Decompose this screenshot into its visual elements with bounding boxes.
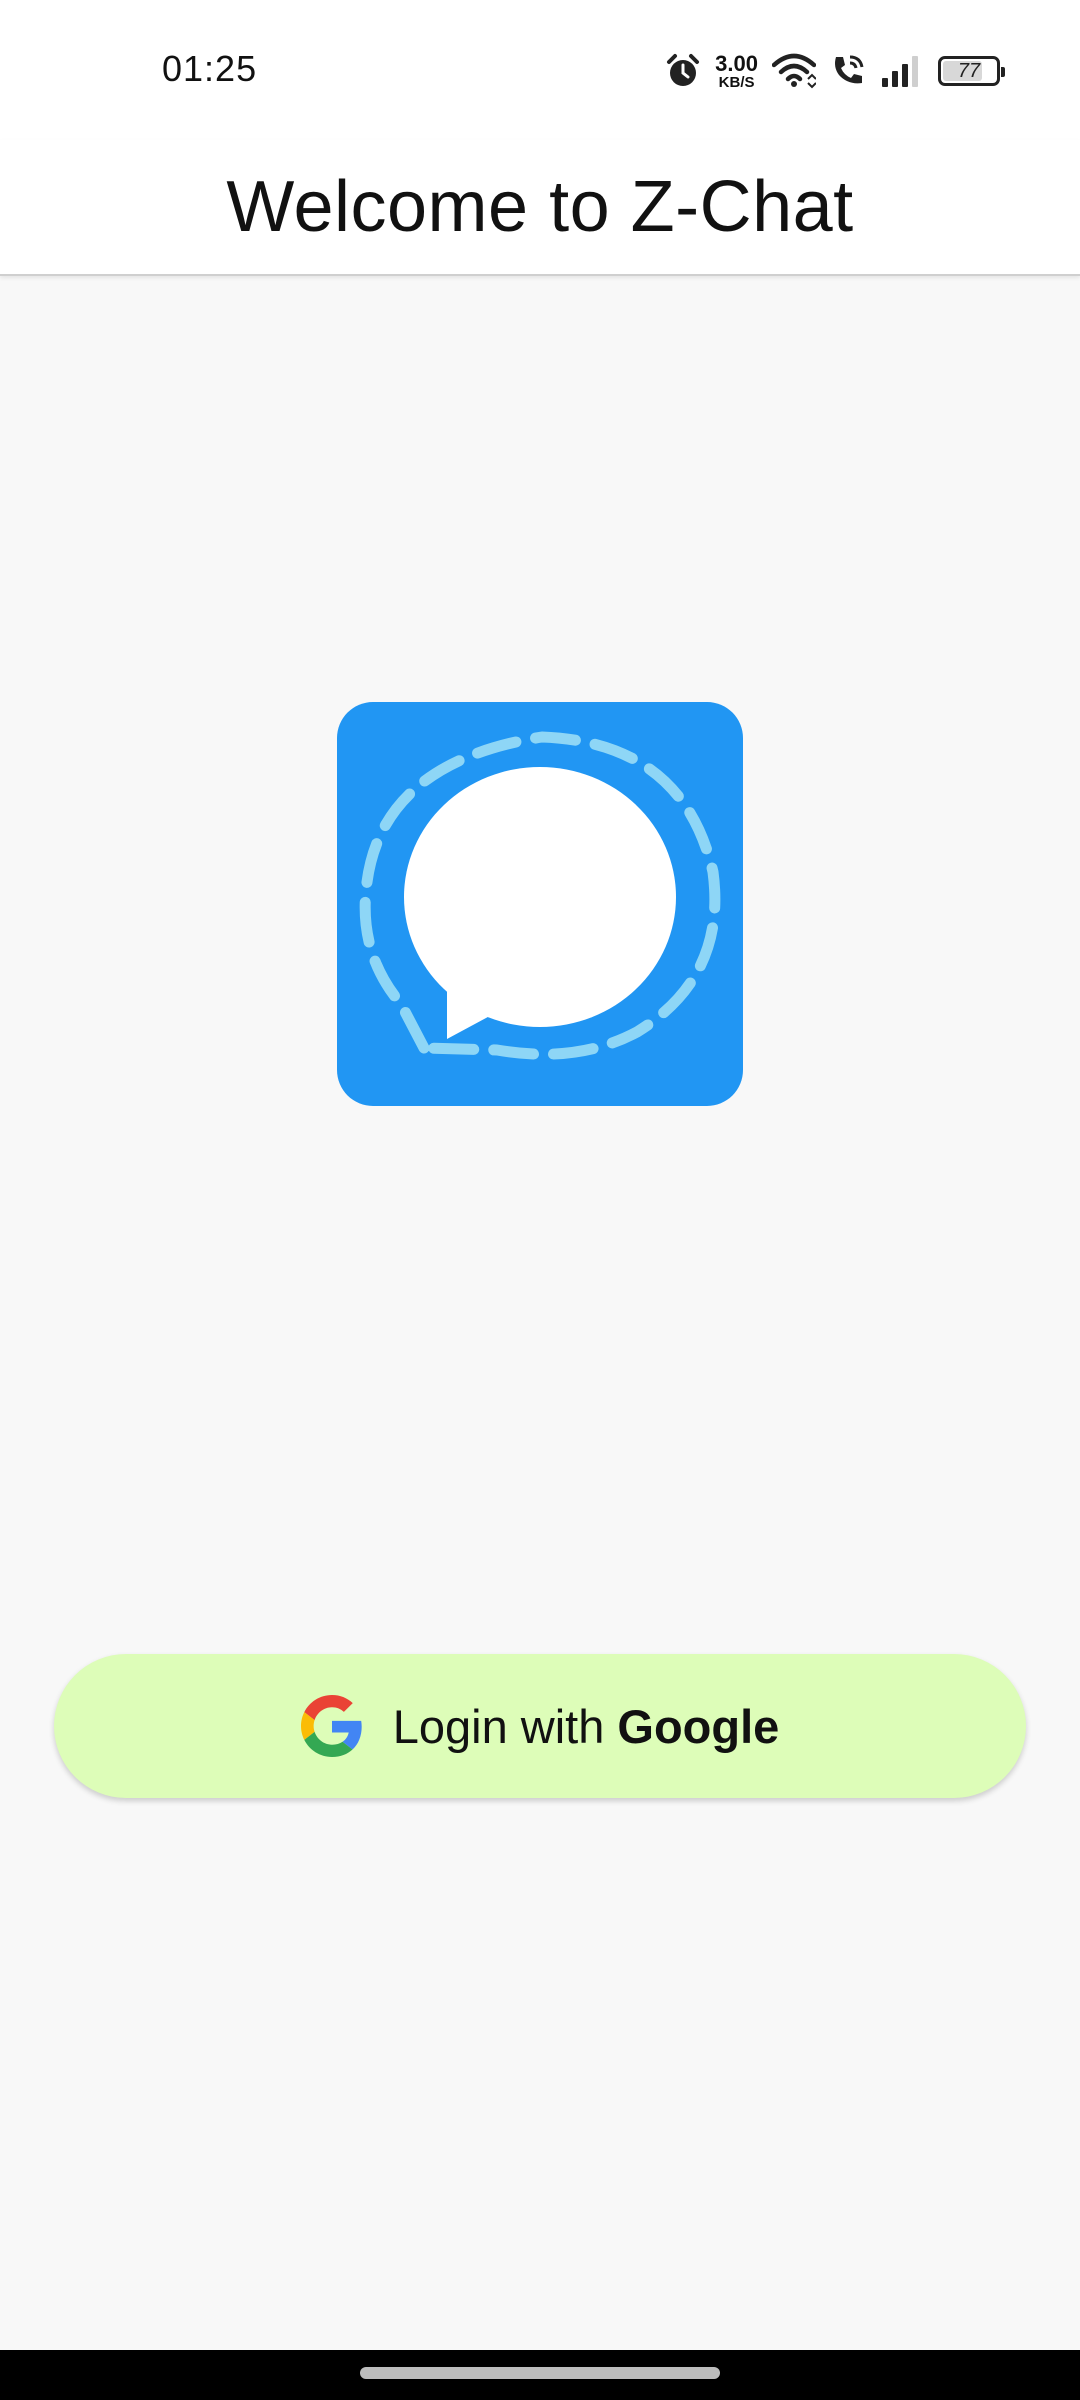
status-time: 01:25 [162,48,258,89]
status-icons: 3.00 KB/S 77 [665,48,1005,94]
network-speed-unit: KB/S [718,73,755,91]
signal-icon [880,54,924,88]
alarm-icon [665,53,701,89]
chat-bubble-logo-icon [337,702,743,1106]
login-button-label: Login with Google [393,1699,780,1754]
network-speed: 3.00 KB/S [715,50,758,91]
google-icon [300,1695,363,1757]
login-with-google-button[interactable]: Login with Google [54,1654,1026,1798]
app-bar: Welcome to Z-Chat [0,140,1080,276]
login-label-prefix: Login with [392,1699,605,1753]
page-title: Welcome to Z-Chat [226,167,854,247]
home-indicator[interactable] [360,2367,720,2379]
network-speed-value: 3.00 [715,50,758,76]
battery-icon: 77 [938,56,1005,86]
wifi-icon [772,53,816,89]
status-bar: 01:25 3.00 KB/S 77 [0,0,1080,140]
login-label-brand: Google [617,1699,780,1753]
wifi-calling-icon [830,53,866,89]
battery-level: 77 [957,59,981,82]
